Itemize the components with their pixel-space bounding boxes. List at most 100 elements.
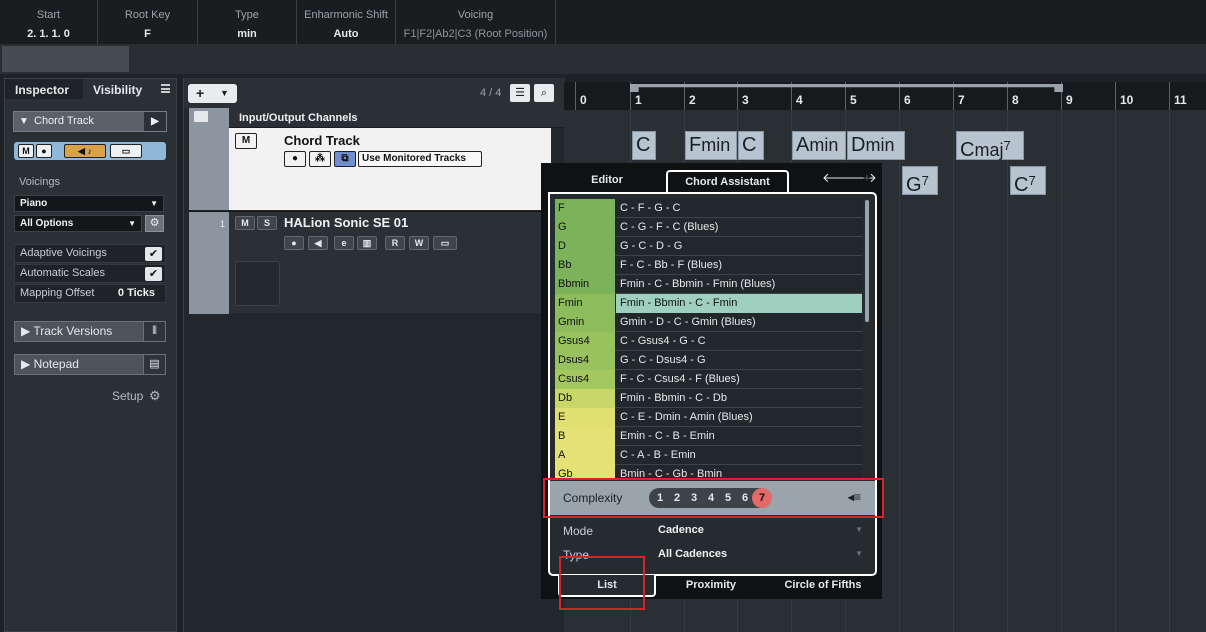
info-start[interactable]: Start 2. 1. 1. 0	[0, 0, 98, 44]
tab-visibility[interactable]: Visibility	[83, 79, 153, 101]
chord-event[interactable]: C	[738, 131, 764, 160]
cadence-row[interactable]: G C - G - F - C (Blues)	[555, 218, 862, 237]
automatic-scales-row[interactable]: Automatic Scales ✔	[14, 264, 166, 283]
instrument-icon[interactable]: ▥	[357, 236, 377, 250]
checkmark-icon[interactable]: ✔	[145, 247, 162, 261]
plus-icon[interactable]: +	[863, 170, 871, 185]
cadence-row[interactable]: Gmin Gmin - D - C - Gmin (Blues)	[555, 313, 862, 332]
search-icon[interactable]: ⌕	[534, 84, 554, 102]
mute-button[interactable]: M	[235, 133, 257, 149]
track-number: 1	[220, 219, 226, 229]
cadence-row[interactable]: Gsus4 C - Gsus4 - G - C	[555, 332, 862, 351]
chevron-down-icon: ▼	[220, 88, 229, 98]
versions-icon[interactable]: ⫴	[143, 322, 165, 341]
cadence-row[interactable]: Gb Bmin - C - Gb - Bmin	[555, 465, 862, 479]
adaptive-voicings-row[interactable]: Adaptive Voicings ✔	[14, 244, 166, 263]
info-type[interactable]: Type min	[198, 0, 297, 44]
record-button[interactable]: ●	[284, 236, 304, 250]
cadence-row[interactable]: FC - F - G - C	[555, 199, 862, 218]
edit-icon[interactable]: e	[334, 236, 354, 250]
tab-circle-of-fifths[interactable]: Circle of Fifths	[771, 575, 875, 597]
cadence-row[interactable]: A C - A - B - Emin	[555, 446, 862, 465]
chord-track-section-header[interactable]: ▼ Chord Track ▶	[13, 111, 167, 132]
mute-icon[interactable]: M	[18, 144, 34, 158]
scrollbar[interactable]	[865, 200, 869, 322]
cadence-row[interactable]: DG - C - D - G	[555, 237, 862, 256]
checkmark-icon[interactable]: ✔	[145, 267, 162, 281]
chord-track-name: Chord Track	[284, 133, 360, 148]
gear-icon[interactable]: ⚙	[145, 215, 164, 232]
chord-event[interactable]: Cmaj7	[956, 131, 1024, 161]
cadence-list[interactable]: F C - F - G - C G C - G - F - C (Blues) D G -…	[555, 199, 862, 479]
chord-event[interactable]: Fmin	[685, 131, 737, 160]
cadence-row[interactable]: B Emin - C - B - Emin	[555, 427, 862, 446]
tab-chord-assistant[interactable]: Chord Assistant	[666, 170, 789, 194]
read-button[interactable]: R	[385, 236, 405, 250]
record-button[interactable]: ●	[284, 151, 306, 167]
mode-value[interactable]: Cadence	[658, 524, 704, 536]
tab-inspector[interactable]: Inspector	[5, 79, 83, 101]
cadence-progression: Gmin - D - C - Gmin (Blues)	[620, 316, 756, 328]
monitor-icon[interactable]: ◀	[308, 236, 328, 250]
chord-mode-icon[interactable]: ⧉	[334, 151, 356, 167]
list-icon[interactable]: ☰	[510, 84, 530, 102]
info-enharmonic-value[interactable]: Auto	[297, 28, 395, 40]
chevron-right-icon[interactable]: ▶	[144, 112, 166, 131]
tab-proximity[interactable]: Proximity	[661, 575, 761, 597]
cadence-row[interactable]: Bb F - C - Bb - F (Blues)	[555, 256, 862, 275]
info-start-value[interactable]: 2. 1. 1. 0	[0, 28, 97, 40]
triangle-right-icon: ▶	[21, 357, 34, 371]
cadence-row[interactable]: Db Fmin - Bbmin - C - Db	[555, 389, 862, 408]
use-monitored-tracks-button[interactable]: Use Monitored Tracks	[358, 151, 482, 167]
info-voicing[interactable]: Voicing F1|F2|Ab2|C3 (Root Position)	[396, 0, 556, 44]
cadence-row[interactable]: Fmin Fmin - Bbmin - C - Fmin	[555, 294, 862, 313]
menu-icon[interactable]	[161, 84, 170, 93]
options-dropdown[interactable]: All Options ▼	[14, 215, 142, 232]
record-icon[interactable]: ●	[36, 144, 52, 158]
info-type-value[interactable]: min	[198, 28, 296, 40]
cadence-key: Csus4	[555, 370, 615, 389]
inspector-panel: Inspector Visibility ▼ Chord Track ▶ M ●…	[4, 78, 177, 632]
chord-track-row[interactable]: M Chord Track ● ⁂ ⧉ Use Monitored Tracks	[189, 128, 551, 210]
arrow-right-icon[interactable]: 🡒	[842, 170, 877, 186]
notepad-section[interactable]: ▶ Notepad ▤	[14, 354, 166, 375]
setup-button[interactable]: Setup ⚙	[112, 388, 161, 403]
mute-button[interactable]: M	[235, 216, 255, 230]
type-value[interactable]: All Cadences	[658, 548, 727, 560]
strip-tab[interactable]	[2, 46, 129, 72]
voicing-dropdown[interactable]: Piano ▼	[14, 195, 164, 212]
io-channels-track[interactable]: Input/Output Channels	[189, 108, 565, 128]
cadence-progression: G - C - Dsus4 - G	[620, 354, 706, 366]
mapping-offset-row[interactable]: Mapping Offset 0 Ticks	[14, 284, 166, 303]
options-value: All Options	[20, 218, 74, 229]
info-enharmonic[interactable]: Enharmonic Shift Auto	[297, 0, 396, 44]
cadence-row[interactable]: E C - E - Dmin - Amin (Blues)	[555, 408, 862, 427]
info-voicing-value[interactable]: F1|F2|Ab2|C3 (Root Position)	[396, 28, 555, 40]
mapping-offset-value[interactable]: 0 Ticks	[118, 285, 155, 302]
chord-event[interactable]: Dmin	[847, 131, 905, 160]
speaker-icon[interactable]: ◀ ♪	[64, 144, 106, 158]
chord-event[interactable]: C	[632, 131, 656, 160]
cadence-row[interactable]: Dsus4 G - C - Dsus4 - G	[555, 351, 862, 370]
write-button[interactable]: W	[409, 236, 429, 250]
lanes-icon[interactable]: ▭	[433, 236, 457, 250]
chord-event[interactable]: G7	[902, 166, 938, 196]
info-root-key-label: Root Key	[124, 9, 171, 21]
instrument-track-row[interactable]: 1 M S HALion Sonic SE 01 ● ◀ e ▥ R W ▭	[189, 211, 551, 314]
chord-event[interactable]: Amin	[792, 131, 846, 160]
info-root-key[interactable]: Root Key F	[98, 0, 198, 44]
notepad-icon[interactable]: ▤	[143, 355, 165, 374]
lock-icon[interactable]: ▭	[110, 144, 142, 158]
track-versions-section[interactable]: ▶ Track Versions ⫴	[14, 321, 166, 342]
auto-icon[interactable]: ⁂	[309, 151, 331, 167]
cadence-row[interactable]: Csus4 F - C - Csus4 - F (Blues)	[555, 370, 862, 389]
cadence-row[interactable]: Bbmin Fmin - C - Bbmin - Fmin (Blues)	[555, 275, 862, 294]
solo-button[interactable]: S	[257, 216, 277, 230]
info-root-key-value[interactable]: F	[98, 28, 197, 40]
cadence-key: Gb	[555, 465, 615, 479]
gear-icon: ⚙	[149, 388, 161, 403]
add-track-button[interactable]: + ▼	[188, 84, 237, 103]
tab-editor[interactable]: Editor	[565, 170, 649, 194]
mode-row[interactable]: Mode Cadence ▼	[550, 519, 875, 543]
chord-event[interactable]: C7	[1010, 166, 1046, 196]
